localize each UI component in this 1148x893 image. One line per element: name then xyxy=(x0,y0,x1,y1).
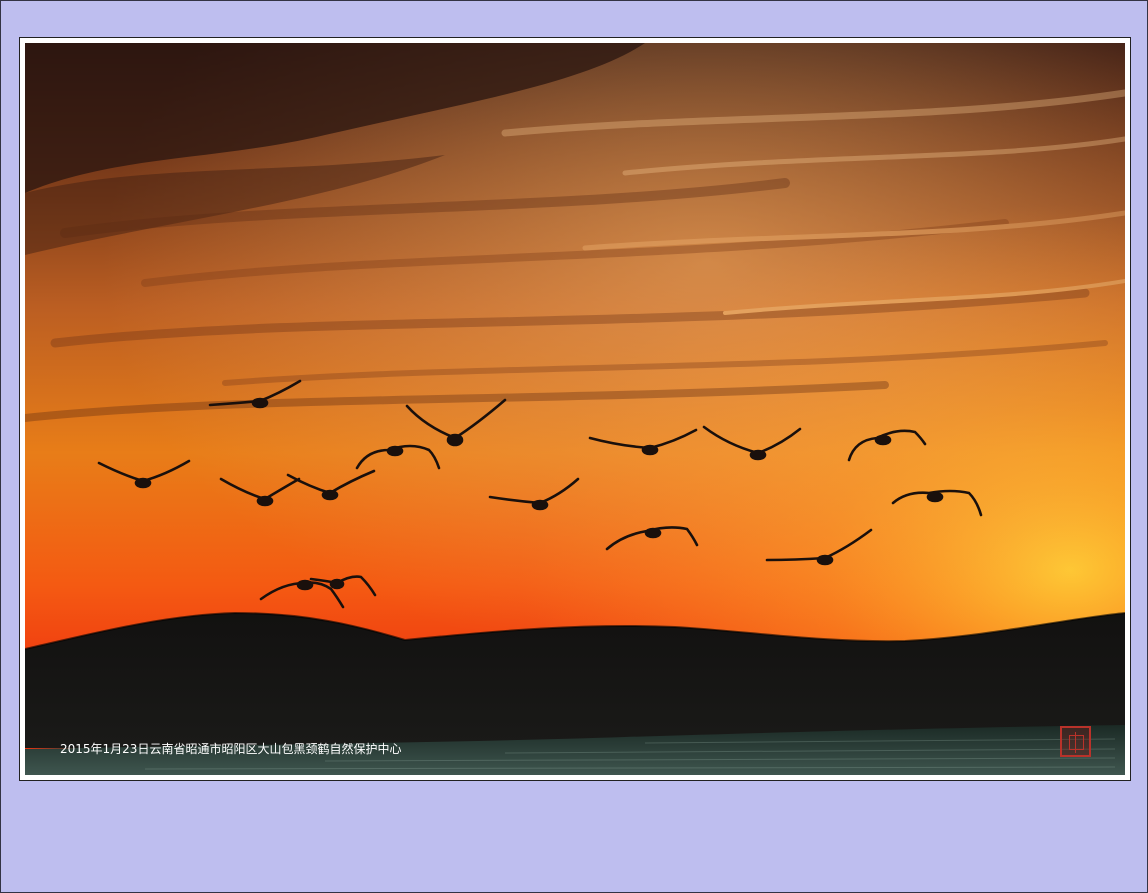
sunset-scene xyxy=(25,43,1125,775)
photo-caption: 2015年1月23日云南省昭通市昭阳区大山包黑颈鹤自然保护中心 xyxy=(60,742,402,756)
seal-stamp xyxy=(1060,726,1091,757)
photo-frame: 2015年1月23日云南省昭通市昭阳区大山包黑颈鹤自然保护中心 xyxy=(19,37,1131,781)
page-background: 2015年1月23日云南省昭通市昭阳区大山包黑颈鹤自然保护中心 xyxy=(0,0,1148,893)
sunset-photo: 2015年1月23日云南省昭通市昭阳区大山包黑颈鹤自然保护中心 xyxy=(25,43,1125,775)
